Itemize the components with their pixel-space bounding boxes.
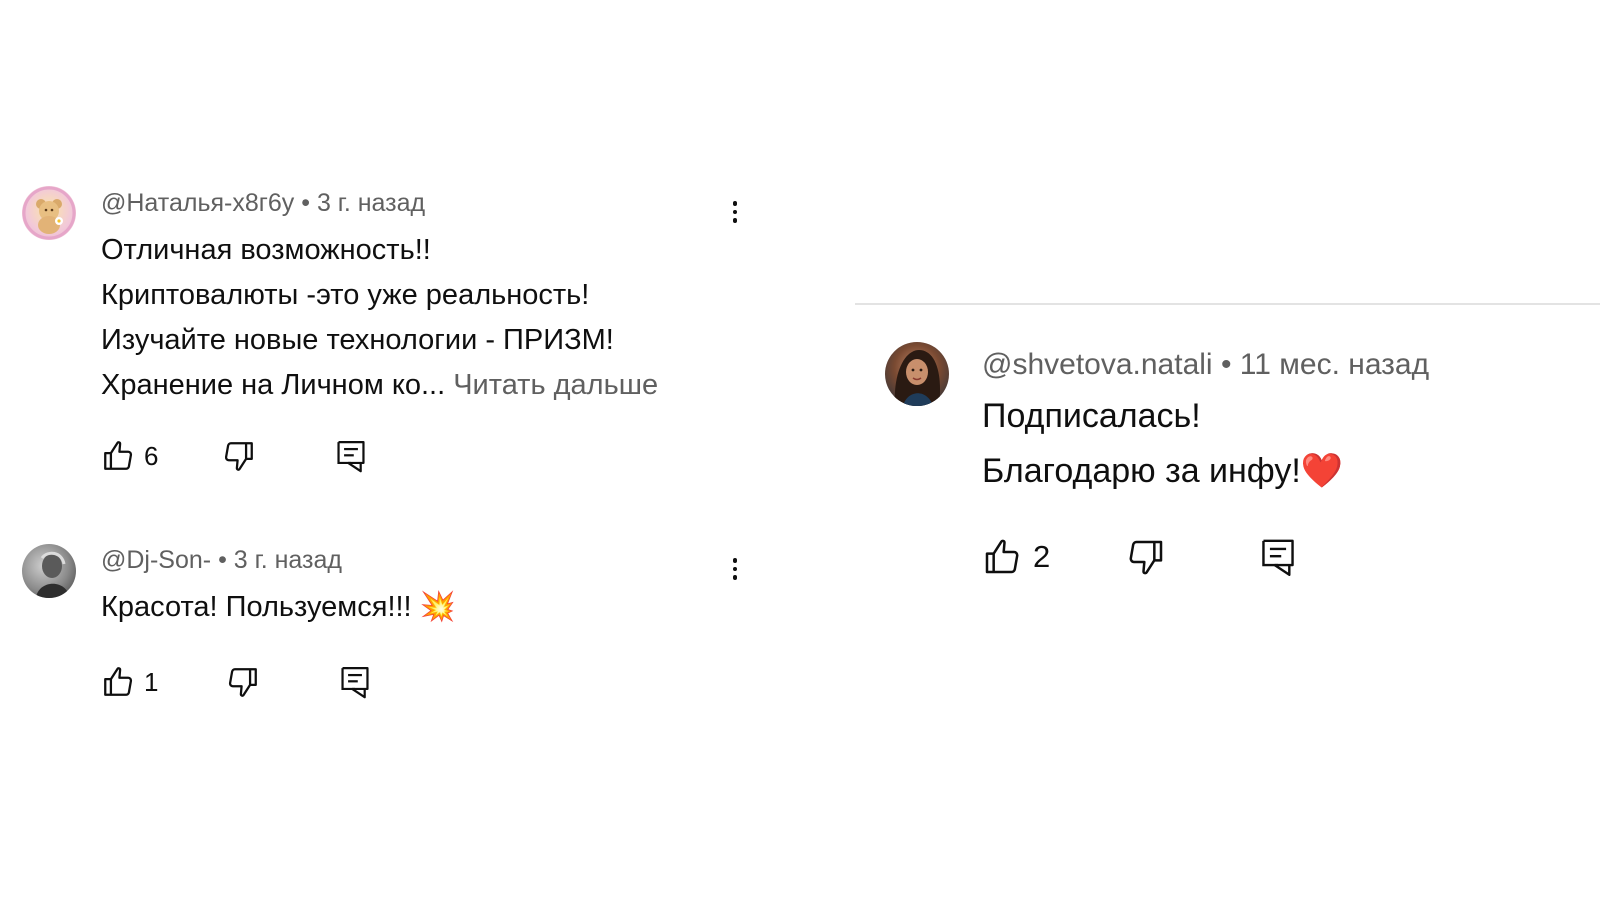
like-button[interactable]: 2 (982, 537, 1050, 577)
more-vert-icon[interactable] (725, 192, 745, 232)
comment-line: Хранение на Личном ко... (101, 369, 446, 401)
author-handle[interactable]: @shvetova.natali (982, 348, 1213, 381)
more-vert-icon[interactable] (725, 549, 745, 589)
dislike-button[interactable] (222, 439, 256, 473)
teddy-bear-avatar-icon (22, 186, 76, 240)
like-button[interactable]: 6 (101, 439, 158, 473)
comment-line: Подписалась! (982, 397, 1201, 435)
comments-screenshot: @Наталья-x8г6у • 3 г. назад Отличная воз… (0, 0, 1600, 900)
comment-meta: @Наталья-x8г6у • 3 г. назад (101, 188, 425, 218)
dislike-icon (229, 668, 258, 697)
woman-portrait-avatar-icon (894, 350, 941, 406)
comment-time[interactable]: 3 г. назад (234, 546, 342, 574)
comment-line: Благодарю за инфу!❤️ (982, 452, 1344, 490)
reply-button[interactable] (1258, 536, 1298, 578)
reply-button[interactable] (334, 438, 368, 474)
avatar[interactable] (885, 342, 949, 406)
comment-actions: 2 (982, 535, 1298, 579)
reply-icon (337, 441, 366, 473)
author-handle[interactable]: @Наталья-x8г6у (101, 189, 294, 217)
dislike-icon (225, 442, 254, 471)
dislike-icon (1129, 540, 1163, 575)
divider (855, 303, 1600, 305)
comment-line: Отличная возможность!! (101, 234, 431, 266)
comment-text: Отличная возможность!! Криптовалюты -это… (101, 228, 658, 408)
comment-meta: @Dj-Son- • 3 г. назад (101, 545, 342, 575)
meta-separator: • (301, 189, 310, 217)
read-more-link[interactable]: Читать дальше (453, 369, 658, 401)
like-count: 1 (144, 666, 159, 697)
comment-line: Красота! Пользуемся!!! 💥 (101, 591, 456, 623)
meta-separator: • (1220, 348, 1232, 381)
like-icon (104, 667, 133, 696)
like-count: 2 (1033, 539, 1051, 574)
dislike-button[interactable] (226, 665, 260, 699)
avatar[interactable] (22, 186, 76, 240)
comment-time[interactable]: 11 мес. назад (1240, 348, 1429, 381)
comment-text: Подписалась! Благодарю за инфу!❤️ (982, 389, 1343, 499)
comment-time[interactable]: 3 г. назад (317, 189, 425, 217)
grey-portrait-avatar-icon (36, 551, 70, 598)
like-count: 6 (144, 440, 159, 471)
comment-line: Криптовалюты -это уже реальность! (101, 279, 590, 311)
author-handle[interactable]: @Dj-Son- (101, 546, 211, 574)
reply-icon (341, 667, 370, 699)
meta-separator: • (218, 546, 227, 574)
reply-icon (1262, 539, 1294, 576)
like-icon (104, 441, 133, 470)
comment-meta: @shvetova.natali • 11 мес. назад (982, 347, 1429, 383)
like-button[interactable]: 1 (101, 665, 158, 699)
reply-button[interactable] (338, 664, 372, 700)
dislike-button[interactable] (1126, 537, 1166, 577)
comment-actions: 6 (101, 436, 368, 476)
comment-text: Красота! Пользуемся!!! 💥 (101, 585, 456, 630)
comment-line-truncated: Хранение на Личном ко... Читать дальше (101, 363, 658, 408)
avatar[interactable] (22, 544, 76, 598)
like-icon (985, 539, 1019, 574)
comment-actions: 1 (101, 662, 372, 702)
comment-line: Изучайте новые технологии - ПРИЗМ! (101, 324, 614, 356)
